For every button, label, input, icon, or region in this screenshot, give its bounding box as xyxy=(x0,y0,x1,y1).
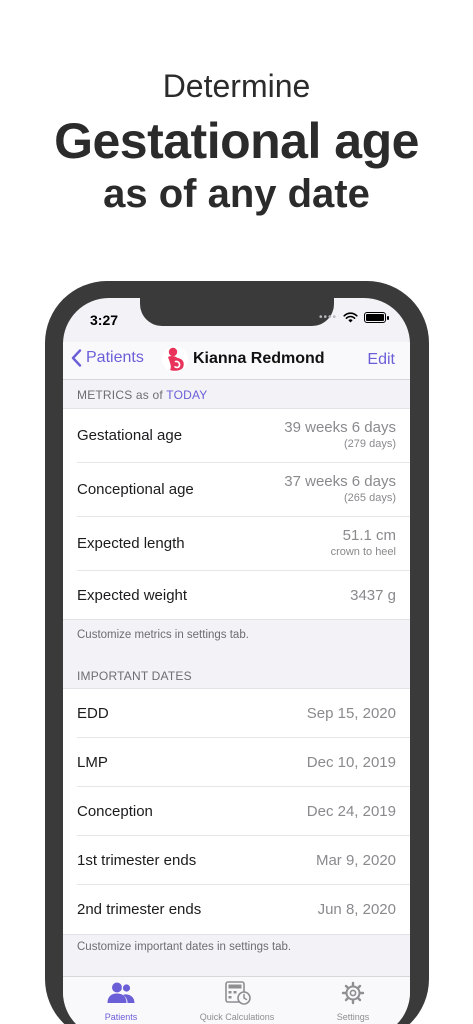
date-label: Conception xyxy=(77,803,153,820)
date-label: LMP xyxy=(77,754,108,771)
date-row-second-trimester-ends[interactable]: 2nd trimester ends Jun 8, 2020 xyxy=(77,885,410,934)
tab-label: Quick Calculations xyxy=(199,1012,275,1022)
metric-value: 51.1 cm xyxy=(342,527,396,544)
phone-screen: 3:27 •••• Patients Kianna Redmond Edit M… xyxy=(63,298,410,1024)
metrics-footer-note: Customize metrics in settings tab. xyxy=(77,629,249,641)
tab-quick-calculations[interactable]: Quick Calculations xyxy=(179,981,295,1022)
metric-label: Expected length xyxy=(77,535,185,552)
dates-footer-note: Customize important dates in settings ta… xyxy=(77,941,292,953)
tab-label: Patients xyxy=(104,1012,138,1022)
tab-settings[interactable]: Settings xyxy=(295,981,410,1022)
chevron-left-icon xyxy=(71,349,82,367)
date-value: Dec 24, 2019 xyxy=(306,803,396,820)
gear-icon xyxy=(341,981,365,1005)
metric-row-expected-length[interactable]: Expected length 51.1 cm crown to heel xyxy=(77,517,410,571)
date-value: Sep 15, 2020 xyxy=(306,705,396,722)
promo-line-1: Determine xyxy=(162,68,311,104)
patient-title: Kianna Redmond xyxy=(161,345,325,373)
metric-row-conceptional-age[interactable]: Conceptional age 37 weeks 6 days (265 da… xyxy=(77,463,410,517)
patient-name: Kianna Redmond xyxy=(193,350,325,367)
metrics-date-button[interactable]: TODAY xyxy=(166,388,207,402)
date-row-lmp[interactable]: LMP Dec 10, 2019 xyxy=(77,738,410,787)
date-row-first-trimester-ends[interactable]: 1st trimester ends Mar 9, 2020 xyxy=(77,836,410,885)
metric-value: 37 weeks 6 days xyxy=(284,473,396,490)
metrics-header-prefix: METRICS as of xyxy=(77,388,167,402)
date-value: Jun 8, 2020 xyxy=(317,901,396,918)
date-label: EDD xyxy=(77,705,109,722)
edit-button[interactable]: Edit xyxy=(367,351,395,369)
metric-value: 3437 g xyxy=(350,587,396,604)
wifi-icon xyxy=(343,312,358,323)
metric-label: Conceptional age xyxy=(77,481,194,498)
date-row-conception[interactable]: Conception Dec 24, 2019 xyxy=(77,787,410,836)
patients-icon xyxy=(107,982,135,1003)
date-label: 1st trimester ends xyxy=(77,852,197,869)
status-time: 3:27 xyxy=(90,312,119,328)
pregnancy-avatar-icon xyxy=(162,346,188,372)
metrics-section-header: METRICS as of TODAY xyxy=(63,388,410,402)
tab-label: Settings xyxy=(336,1012,370,1022)
promo-line-3: as of any date xyxy=(103,172,370,216)
metric-subvalue: (265 days) xyxy=(344,492,396,504)
dates-list: EDD Sep 15, 2020 LMP Dec 10, 2019 Concep… xyxy=(63,688,410,935)
date-value: Dec 10, 2019 xyxy=(306,754,396,771)
tab-bar: Patients Quick Calculations Settings xyxy=(63,976,410,1024)
date-row-edd[interactable]: EDD Sep 15, 2020 xyxy=(77,689,410,738)
tab-patients[interactable]: Patients xyxy=(63,981,179,1022)
status-icons: •••• xyxy=(318,312,389,323)
dates-section-header: IMPORTANT DATES xyxy=(77,669,192,683)
metric-row-expected-weight[interactable]: Expected weight 3437 g xyxy=(77,571,410,619)
metric-subvalue: (279 days) xyxy=(344,438,396,450)
back-button[interactable]: Patients xyxy=(71,349,144,367)
metric-subvalue: crown to heel xyxy=(330,546,396,558)
metric-row-gestational-age[interactable]: Gestational age 39 weeks 6 days (279 day… xyxy=(77,409,410,463)
metric-value: 39 weeks 6 days xyxy=(284,419,396,436)
back-label: Patients xyxy=(86,349,144,366)
metric-label: Expected weight xyxy=(77,587,188,604)
navigation-bar: Patients Kianna Redmond Edit xyxy=(63,342,410,380)
cellular-signal-icon: •••• xyxy=(318,312,337,323)
calculator-icon xyxy=(225,981,251,1005)
date-value: Mar 9, 2020 xyxy=(315,852,396,869)
battery-icon xyxy=(364,312,389,323)
metrics-list: Gestational age 39 weeks 6 days (279 day… xyxy=(63,408,410,620)
phone-notch xyxy=(140,298,334,326)
metric-label: Gestational age xyxy=(77,427,183,444)
date-label: 2nd trimester ends xyxy=(77,901,202,918)
promo-line-2: Gestational age xyxy=(54,113,419,169)
